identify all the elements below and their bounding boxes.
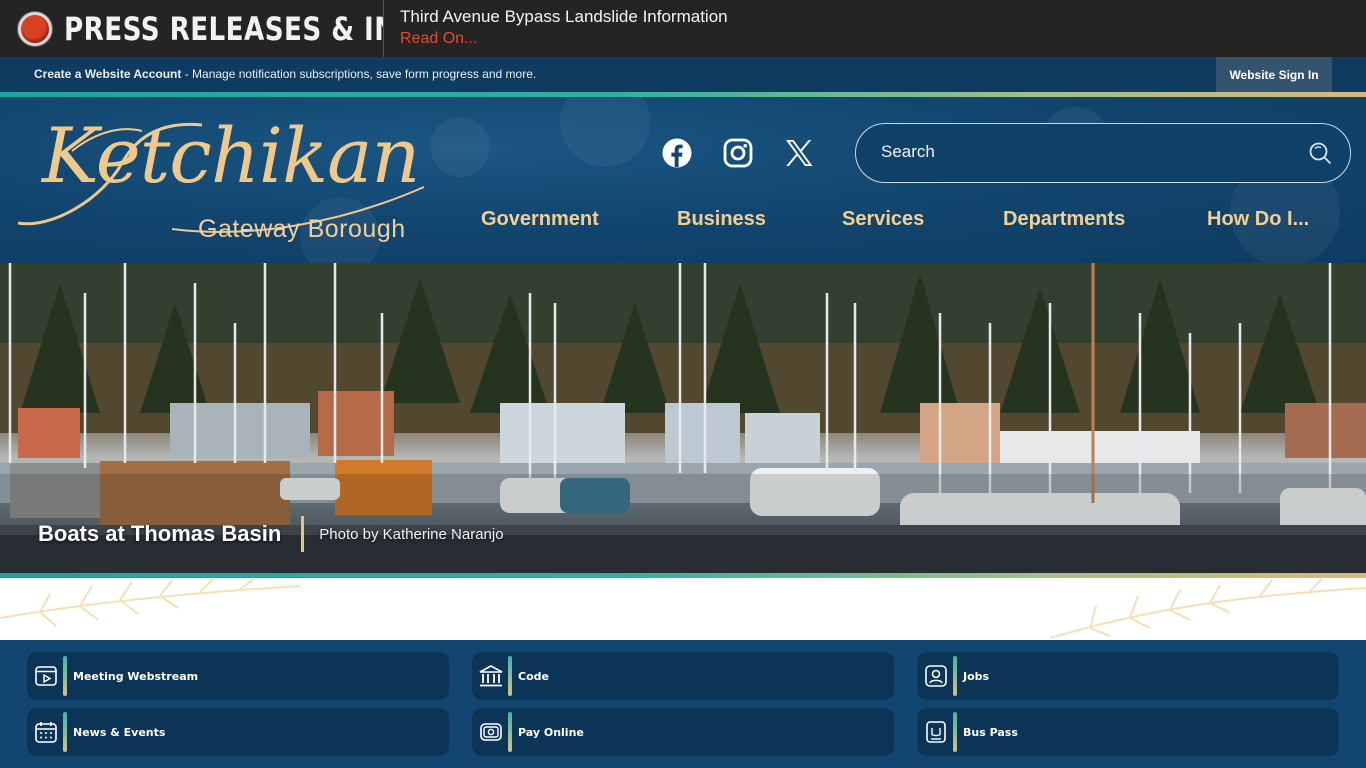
- alert-indicator-icon: [18, 11, 52, 46]
- read-on-link[interactable]: Read On...: [400, 30, 728, 48]
- nav-government[interactable]: Government: [481, 208, 599, 231]
- quick-link-accent: [63, 712, 67, 752]
- search-box: [855, 123, 1351, 183]
- quick-link-label: Jobs: [963, 669, 990, 683]
- website-sign-in-button[interactable]: Website Sign In: [1216, 57, 1332, 92]
- search-icon[interactable]: [1308, 141, 1332, 165]
- create-account-link[interactable]: Create a Website Account: [34, 67, 181, 81]
- person-badge-icon: [922, 662, 950, 690]
- nav-how-do-i[interactable]: How Do I...: [1207, 208, 1309, 231]
- x-icon: [786, 140, 813, 166]
- logo-main-text: Ketchikan: [42, 111, 420, 200]
- hero-title: Boats at Thomas Basin: [38, 521, 282, 546]
- quick-link-meeting-webstream[interactable]: Meeting Webstream: [27, 652, 449, 700]
- quick-link-label: News & Events: [73, 725, 166, 739]
- video-play-icon: [32, 662, 60, 690]
- logo-subtitle: Gateway Borough: [198, 215, 406, 243]
- calendar-icon: [32, 718, 60, 746]
- caption-divider: [301, 516, 305, 552]
- quick-link-jobs[interactable]: Jobs: [917, 652, 1339, 700]
- quick-link-pay-online[interactable]: Pay Online: [472, 708, 894, 756]
- alert-bar: PRESS RELEASES & INF Third Avenue Bypass…: [0, 0, 1366, 57]
- quick-link-accent: [508, 656, 512, 696]
- x-link[interactable]: [783, 137, 815, 169]
- instagram-link[interactable]: [722, 137, 754, 169]
- quick-link-label: Pay Online: [518, 725, 584, 739]
- alert-label[interactable]: PRESS RELEASES & INF: [0, 0, 384, 57]
- quick-link-accent: [953, 712, 957, 752]
- quick-link-label: Meeting Webstream: [73, 669, 199, 683]
- account-text: Create a Website Account - Manage notifi…: [34, 67, 536, 81]
- payment-icon: [477, 718, 505, 746]
- nav-business[interactable]: Business: [677, 208, 766, 231]
- quick-link-code[interactable]: Code: [472, 652, 894, 700]
- site-logo[interactable]: Ketchikan Gateway Borough: [12, 111, 432, 251]
- account-description: - Manage notification subscriptions, sav…: [181, 67, 537, 81]
- quick-link-bus-pass[interactable]: Bus Pass: [917, 708, 1339, 756]
- quick-link-accent: [63, 656, 67, 696]
- bus-pass-icon: [922, 718, 950, 746]
- instagram-icon: [723, 138, 753, 168]
- bokeh-decoration: [430, 117, 490, 177]
- decorative-band: [0, 578, 1366, 640]
- alert-title: PRESS RELEASES & INF: [64, 9, 384, 48]
- quick-link-news-events[interactable]: News & Events: [27, 708, 449, 756]
- facebook-icon: [662, 138, 692, 168]
- search-input[interactable]: [881, 142, 1281, 162]
- alert-message: Third Avenue Bypass Landslide Informatio…: [384, 0, 728, 57]
- photo-credit: Photo by Katherine Naranjo: [319, 525, 504, 543]
- facebook-link[interactable]: [661, 137, 693, 169]
- courthouse-icon: [477, 662, 505, 690]
- quick-link-label: Bus Pass: [963, 725, 1018, 739]
- account-bar: Create a Website Account - Manage notifi…: [0, 57, 1366, 92]
- nav-departments[interactable]: Departments: [1003, 208, 1125, 231]
- quick-link-label: Code: [518, 669, 549, 683]
- alert-text[interactable]: Third Avenue Bypass Landslide Informatio…: [400, 7, 728, 27]
- quick-link-accent: [953, 656, 957, 696]
- hero-banner: Boats at Thomas Basin Photo by Katherine…: [0, 263, 1366, 574]
- nav-services[interactable]: Services: [842, 208, 924, 231]
- quick-links: Meeting Webstream Code Jobs News & Event…: [0, 640, 1366, 768]
- hero-caption: Boats at Thomas Basin Photo by Katherine…: [38, 516, 504, 552]
- leaf-pattern-decoration: [0, 578, 1366, 639]
- site-header: Ketchikan Gateway Borough Government Bus…: [0, 97, 1366, 263]
- quick-link-accent: [508, 712, 512, 752]
- bokeh-decoration: [560, 97, 650, 167]
